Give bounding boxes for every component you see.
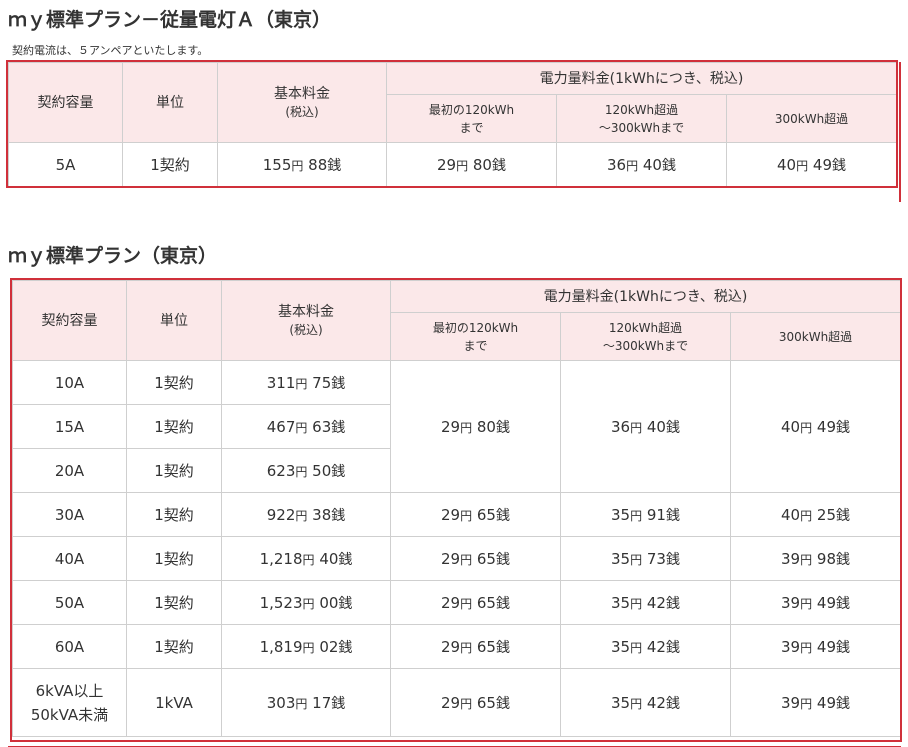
plan-a-note: 契約電流は、５アンペアといたします。 <box>12 44 209 57</box>
plan-b-title: ｍｙ標準プラン（東京） <box>8 245 218 267</box>
plan-a-accent-line <box>899 62 901 202</box>
plan-a-highlight-frame <box>6 60 898 188</box>
plan-b-highlight-frame <box>10 278 902 742</box>
plan-a-title: ｍｙ標準プラン－従量電灯Ａ（東京） <box>8 9 332 31</box>
